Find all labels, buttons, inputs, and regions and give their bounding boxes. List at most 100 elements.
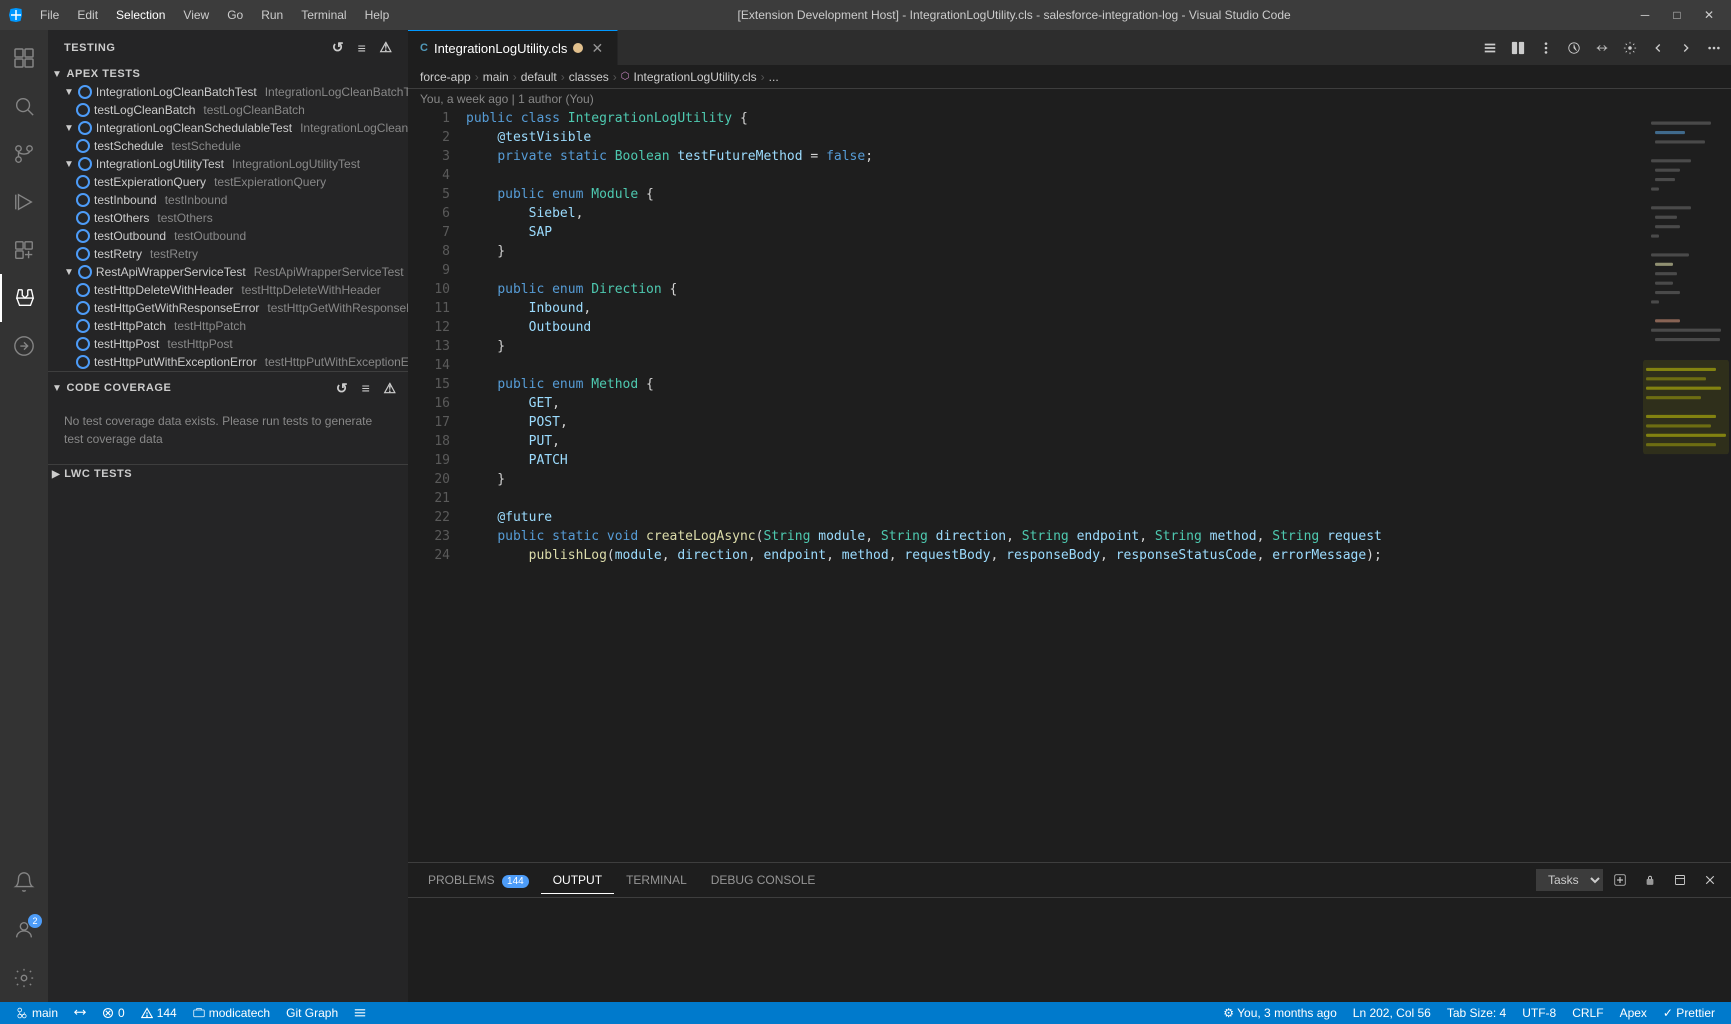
warnings-status[interactable]: 144 — [133, 1002, 185, 1024]
tab-debug-console[interactable]: DEBUG CONSOLE — [699, 867, 828, 894]
test-log-clean-batch[interactable]: testLogCleanBatch testLogCleanBatch — [48, 101, 408, 119]
breadcrumb-file[interactable]: IntegrationLogUtility.cls — [634, 70, 757, 84]
errors-status[interactable]: 0 — [94, 1002, 133, 1024]
test9-status-icon — [76, 301, 90, 315]
prettier-label: ✓ Prettier — [1663, 1006, 1715, 1020]
breadcrumb-ellipsis[interactable]: ... — [769, 70, 779, 84]
menu-terminal[interactable]: Terminal — [293, 6, 354, 24]
activity-account[interactable]: 2 — [0, 906, 48, 954]
apex-tests-section[interactable]: ▼ APEX TESTS — [48, 65, 408, 83]
menu-go[interactable]: Go — [219, 6, 251, 24]
timeline-button[interactable] — [1561, 35, 1587, 61]
maximize-button[interactable]: □ — [1663, 5, 1691, 25]
activity-testing[interactable] — [0, 274, 48, 322]
breadcrumb-force-app[interactable]: force-app — [420, 70, 471, 84]
test-http-post[interactable]: testHttpPost testHttpPost — [48, 335, 408, 353]
test-inbound[interactable]: testInbound testInbound — [48, 191, 408, 209]
panel-lock-button[interactable] — [1637, 867, 1663, 893]
tab-problems[interactable]: PROBLEMS 144 — [416, 867, 541, 894]
split-editor-button[interactable] — [1505, 35, 1531, 61]
test10-secondary: testHttpPatch — [174, 319, 246, 333]
menu-selection[interactable]: Selection — [108, 6, 173, 24]
tab-integration-log-utility[interactable]: C IntegrationLogUtility.cls ✕ — [408, 30, 618, 65]
close-button[interactable]: ✕ — [1695, 5, 1723, 25]
language-mode-status[interactable]: Apex — [1612, 1002, 1655, 1024]
open-editors-button[interactable] — [1477, 35, 1503, 61]
activity-notifications[interactable] — [0, 858, 48, 906]
remote-info-status[interactable]: ⚙ You, 3 months ago — [1215, 1002, 1345, 1024]
activity-settings[interactable] — [0, 954, 48, 1002]
code-content[interactable]: public class IntegrationLogUtility { @te… — [458, 109, 1641, 862]
test-expiration-query[interactable]: testExpierationQuery testExpierationQuer… — [48, 173, 408, 191]
warning-button[interactable]: ⚠ — [376, 38, 396, 58]
cursor-position-status[interactable]: Ln 202, Col 56 — [1345, 1002, 1439, 1024]
tab-bar-actions — [1473, 30, 1731, 65]
panel-close-button[interactable] — [1697, 867, 1723, 893]
coverage-header[interactable]: ▼ CODE COVERAGE ↺ ≡ ⚠ — [48, 372, 408, 404]
coverage-refresh-button[interactable]: ↺ — [332, 378, 352, 398]
activity-salesforce[interactable] — [0, 322, 48, 370]
settings-editor-button[interactable] — [1617, 35, 1643, 61]
activity-explorer[interactable] — [0, 34, 48, 82]
problems-label: PROBLEMS — [428, 873, 495, 887]
suite-integration-log-utility[interactable]: ▼ IntegrationLogUtilityTest IntegrationL… — [48, 155, 408, 173]
test-http-delete-header[interactable]: testHttpDeleteWithHeader testHttpDeleteW… — [48, 281, 408, 299]
suite3-name: IntegrationLogUtilityTest — [96, 157, 224, 171]
breadcrumb-main[interactable]: main — [483, 70, 509, 84]
coverage-warning-button[interactable]: ⚠ — [380, 378, 400, 398]
menu-edit[interactable]: Edit — [69, 6, 106, 24]
output-label: OUTPUT — [553, 873, 602, 887]
suite-integration-log-clean-schedulable[interactable]: ▼ IntegrationLogCleanSchedulableTest Int… — [48, 119, 408, 137]
suite-rest-api-wrapper[interactable]: ▼ RestApiWrapperServiceTest RestApiWrapp… — [48, 263, 408, 281]
tasks-dropdown[interactable]: Tasks — [1536, 869, 1603, 891]
menu-view[interactable]: View — [175, 6, 217, 24]
tab-close-button[interactable]: ✕ — [589, 40, 605, 56]
test-http-patch[interactable]: testHttpPatch testHttpPatch — [48, 317, 408, 335]
more-editor-button[interactable] — [1701, 35, 1727, 61]
test8-secondary: testHttpDeleteWithHeader — [241, 283, 380, 297]
panel-new-terminal-button[interactable] — [1607, 867, 1633, 893]
line-ending-status[interactable]: CRLF — [1564, 1002, 1611, 1024]
breadcrumb-classes[interactable]: classes — [569, 70, 609, 84]
activity-extensions[interactable] — [0, 226, 48, 274]
menu-file[interactable]: File — [32, 6, 67, 24]
tab-size-status[interactable]: Tab Size: 4 — [1439, 1002, 1514, 1024]
breadcrumb-default[interactable]: default — [521, 70, 557, 84]
tab-terminal[interactable]: TERMINAL — [614, 867, 699, 894]
panel-maximize-button[interactable] — [1667, 867, 1693, 893]
test-http-get-response-error[interactable]: testHttpGetWithResponseError testHttpGet… — [48, 299, 408, 317]
activity-run[interactable] — [0, 178, 48, 226]
test-others[interactable]: testOthers testOthers — [48, 209, 408, 227]
next-change-button[interactable] — [1673, 35, 1699, 61]
menu-status[interactable] — [346, 1002, 374, 1024]
compare-button[interactable] — [1589, 35, 1615, 61]
remote-status[interactable]: modicatech — [185, 1002, 278, 1024]
errors-count: 0 — [118, 1006, 125, 1020]
activity-search[interactable] — [0, 82, 48, 130]
git-branch-status[interactable]: main — [8, 1002, 66, 1024]
git-graph-label: Git Graph — [286, 1006, 338, 1020]
menu-run[interactable]: Run — [253, 6, 291, 24]
lwc-tests-section[interactable]: ▶ LWC TESTS — [48, 464, 408, 483]
minimize-button[interactable]: ─ — [1631, 5, 1659, 25]
suite-integration-log-clean-batch[interactable]: ▼ IntegrationLogCleanBatchTest Integrati… — [48, 83, 408, 101]
encoding-status[interactable]: UTF-8 — [1514, 1002, 1564, 1024]
suite3-secondary: IntegrationLogUtilityTest — [232, 157, 360, 171]
prev-change-button[interactable] — [1645, 35, 1671, 61]
more-actions-button[interactable] — [1533, 35, 1559, 61]
tab-output[interactable]: OUTPUT — [541, 867, 614, 894]
line-ending-label: CRLF — [1572, 1006, 1603, 1020]
test-retry[interactable]: testRetry testRetry — [48, 245, 408, 263]
prettier-status[interactable]: ✓ Prettier — [1655, 1002, 1723, 1024]
test-http-put-exception[interactable]: testHttpPutWithExceptionError testHttpPu… — [48, 353, 408, 371]
app-body: 2 TESTING ↺ ≡ ⚠ ▼ APEX TESTS — [0, 30, 1731, 1002]
activity-source-control[interactable] — [0, 130, 48, 178]
test-schedule[interactable]: testSchedule testSchedule — [48, 137, 408, 155]
test-outbound[interactable]: testOutbound testOutbound — [48, 227, 408, 245]
menu-help[interactable]: Help — [357, 6, 398, 24]
coverage-filter-button[interactable]: ≡ — [356, 378, 376, 398]
filter-tests-button[interactable]: ≡ — [352, 38, 372, 58]
git-sync-status[interactable] — [66, 1002, 94, 1024]
refresh-tests-button[interactable]: ↺ — [328, 38, 348, 58]
git-graph-status[interactable]: Git Graph — [278, 1002, 346, 1024]
